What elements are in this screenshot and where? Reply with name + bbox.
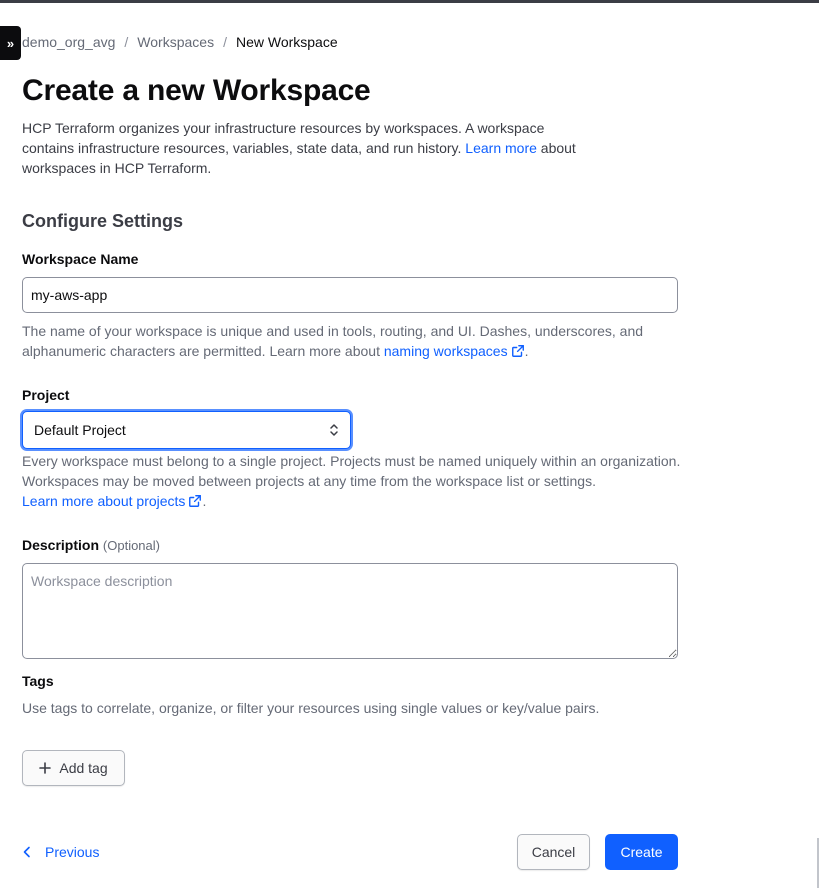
learn-more-projects-link-text: Learn more about projects xyxy=(22,493,186,509)
intro-text: HCP Terraform organizes your infrastruct… xyxy=(22,118,582,178)
optional-indicator: (Optional) xyxy=(102,538,160,553)
project-select-value: Default Project xyxy=(34,422,126,438)
breadcrumb-separator: / xyxy=(223,34,227,50)
project-label: Project xyxy=(22,387,70,403)
external-link-icon xyxy=(511,345,524,357)
page-title: Create a new Workspace xyxy=(22,74,371,107)
breadcrumb: demo_org_avg / Workspaces / New Workspac… xyxy=(22,33,338,51)
chevron-left-icon xyxy=(23,846,30,858)
cancel-button[interactable]: Cancel xyxy=(517,834,590,870)
project-help-text: Every workspace must belong to a single … xyxy=(22,453,681,489)
learn-more-link[interactable]: Learn more xyxy=(465,140,537,156)
external-link-icon xyxy=(189,495,202,507)
workspace-name-input[interactable] xyxy=(22,277,678,313)
breadcrumb-workspaces-link[interactable]: Workspaces xyxy=(137,34,214,50)
workspace-name-help-text: The name of your workspace is unique and… xyxy=(22,323,644,359)
workspace-name-help-end: . xyxy=(524,343,529,359)
chevrons-right-icon: » xyxy=(6,35,15,51)
project-select[interactable]: Default Project xyxy=(22,411,351,449)
project-help: Every workspace must belong to a single … xyxy=(22,451,687,511)
workspace-name-help: The name of your workspace is unique and… xyxy=(22,321,687,361)
naming-workspaces-link-text: naming workspaces xyxy=(383,343,508,359)
section-title: Configure Settings xyxy=(22,211,183,231)
workspace-name-label: Workspace Name xyxy=(22,251,139,267)
add-tag-label: Add tag xyxy=(59,760,108,776)
create-button[interactable]: Create xyxy=(605,834,678,870)
breadcrumb-current: New Workspace xyxy=(235,34,338,50)
learn-more-projects-link[interactable]: Learn more about projects xyxy=(22,493,202,509)
description-label: Description (Optional) xyxy=(22,537,160,553)
breadcrumb-separator: / xyxy=(124,34,129,50)
create-label: Create xyxy=(620,844,663,860)
project-help-end: . xyxy=(202,493,207,509)
cancel-label: Cancel xyxy=(531,844,576,860)
description-label-text: Description xyxy=(22,537,100,553)
add-tag-button[interactable]: Add tag xyxy=(22,750,125,786)
tags-help: Use tags to correlate, organize, or filt… xyxy=(22,700,600,716)
top-border xyxy=(0,0,819,3)
previous-label: Previous xyxy=(45,844,100,860)
description-textarea[interactable] xyxy=(22,563,678,659)
sidebar-toggle-button[interactable]: » xyxy=(0,26,21,60)
chevron-up-down-icon xyxy=(330,424,338,436)
previous-button[interactable]: Previous xyxy=(22,842,99,862)
plus-icon xyxy=(39,762,52,774)
naming-workspaces-link[interactable]: naming workspaces xyxy=(384,343,525,359)
breadcrumb-org-link[interactable]: demo_org_avg xyxy=(22,34,115,50)
tags-label: Tags xyxy=(22,673,54,689)
